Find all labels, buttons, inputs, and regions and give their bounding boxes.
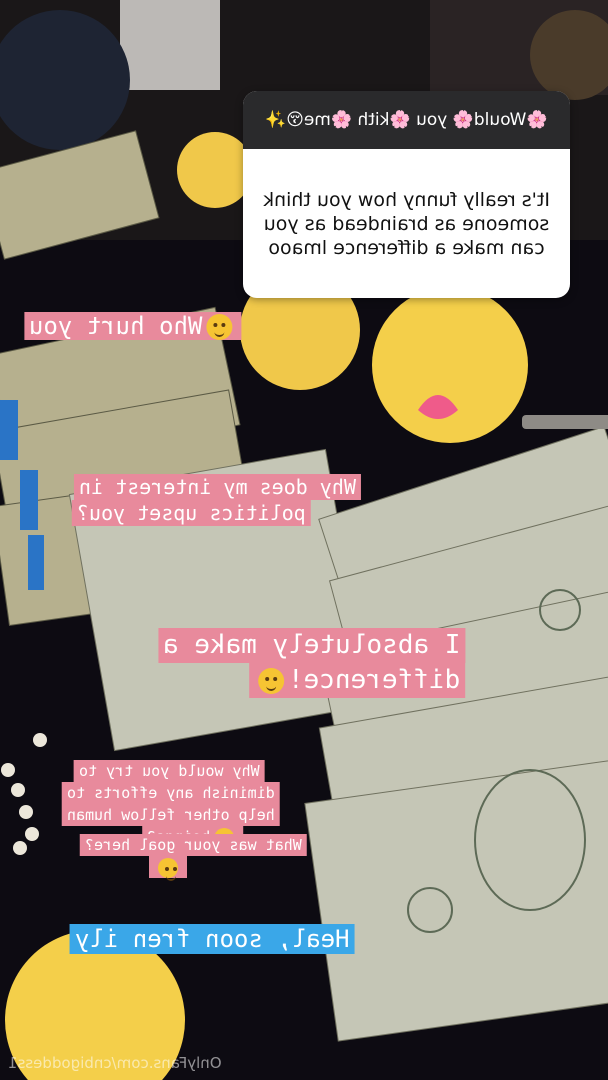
question-answer: It's really funny how you think someone … bbox=[243, 149, 570, 298]
caption-diminish-line3: help other fellow human bbox=[62, 804, 280, 826]
question-prompt-text: 🌸Would🌸 you 🌸kith 🌸me😚✨ bbox=[265, 110, 548, 130]
caption-why-line1: Why does my interest in bbox=[73, 474, 361, 500]
caption-goal-text: What was your goal here? bbox=[80, 834, 307, 856]
watermark-text: OnlyFans.com/cnbigoddess1 bbox=[8, 1054, 222, 1072]
caption-heal: Heal, soon fren ily bbox=[70, 924, 355, 954]
caption-heal-text: Heal, soon fren ily bbox=[70, 924, 355, 954]
caption-who-hurt: Who hurt you bbox=[24, 312, 242, 340]
caption-diminish-line1: Why would you try to bbox=[74, 760, 265, 782]
caption-diff-line2: difference! bbox=[288, 665, 461, 695]
caption-difference: I absolutely make a difference! bbox=[158, 628, 466, 698]
caption-who-hurt-text: Who hurt you bbox=[29, 312, 203, 340]
question-prompt: 🌸Would🌸 you 🌸kith 🌸me😚✨ bbox=[243, 91, 570, 149]
question-answer-text: It's really funny how you think someone … bbox=[263, 188, 550, 259]
laughing-emoji-icon bbox=[206, 314, 233, 340]
caption-diminish-line2: diminish any efforts to bbox=[62, 782, 280, 804]
smiling-emoji-icon bbox=[258, 667, 285, 694]
caption-goal: What was your goal here? bbox=[80, 834, 307, 881]
caption-why-line2: politics upset you? bbox=[72, 500, 311, 526]
question-sticker[interactable]: 🌸Would🌸 you 🌸kith 🌸me😚✨ It's really funn… bbox=[243, 91, 570, 298]
thinking-emoji-icon bbox=[157, 857, 178, 881]
caption-diff-line1: I absolutely make a bbox=[158, 628, 466, 663]
watermark: OnlyFans.com/cnbigoddess1 bbox=[8, 1054, 222, 1072]
caption-why-interest: Why does my interest in politics upset y… bbox=[72, 474, 361, 526]
